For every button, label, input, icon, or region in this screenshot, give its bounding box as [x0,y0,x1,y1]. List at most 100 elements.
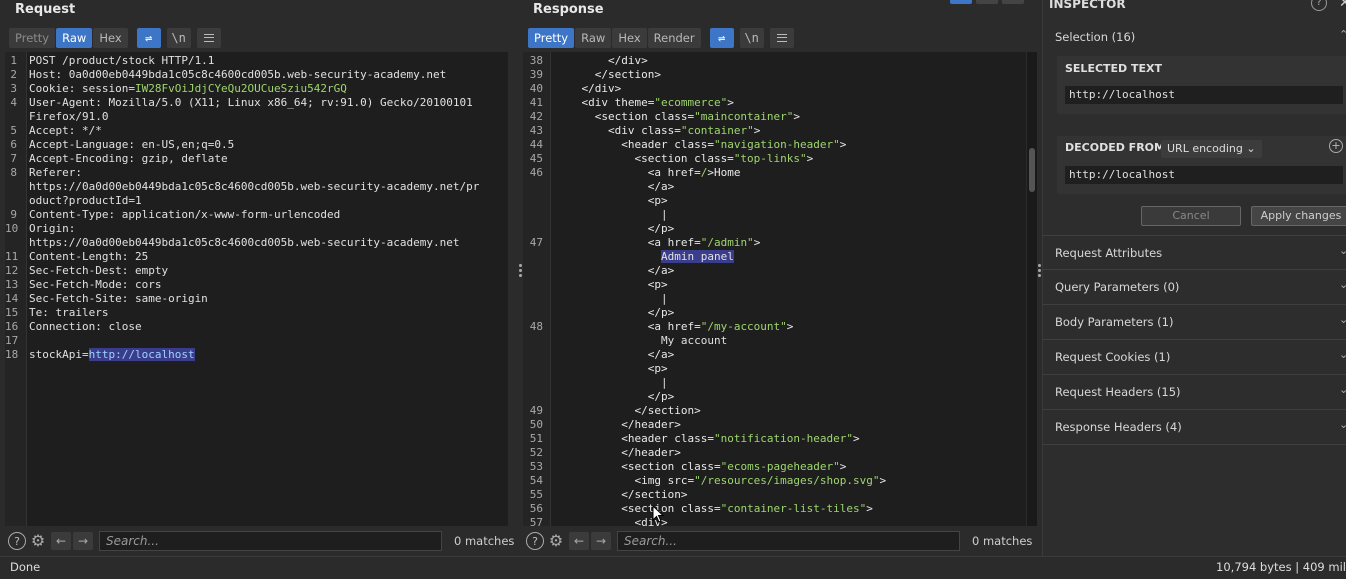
code-token: Connection: close [29,320,142,333]
code-token: Sec-Fetch-Dest: empty [29,264,169,277]
previous-match-icon[interactable]: ← [569,532,589,550]
response-size-info: 10,794 bytes | 409 mil [1216,560,1346,574]
decoded-value[interactable]: http://localhost [1065,166,1343,184]
code-line: 38 </div> [523,54,1026,68]
code-line: 2 Host: 0a0d00eb0449bda1c05c8c4600cd005b.… [5,68,508,82]
section-label: Request Cookies (1) [1055,350,1171,364]
line-number: 15 [5,306,19,319]
code-token: > [866,502,873,515]
line-content: <a href="/admin"> [555,236,761,250]
gear-icon[interactable]: ⚙ [29,532,47,550]
line-content: Firefox/91.0 [29,110,108,124]
code-token: </header> [555,418,681,431]
previous-match-icon[interactable]: ← [51,532,71,550]
code-token: "maincontainer" [694,110,794,123]
code-token: "/my-account" [700,320,787,333]
code-line: 45 <section class="top-links"> [523,152,1026,166]
line-content: </header> [555,446,681,460]
response-editor[interactable]: 38 </div> 39 </section> 40 </div> 41 <div t… [523,52,1026,526]
inspector-section-query-parameters[interactable]: Query Parameters (0) ⌄ [1043,270,1346,305]
line-number: 7 [10,152,17,165]
decoding-dropdown[interactable]: URL encoding ⌄ [1161,140,1262,158]
highlighted-text: http://localhost [88,348,195,361]
response-scrollbar[interactable] [1027,52,1037,526]
inspector-section-body-parameters[interactable]: Body Parameters (1) ⌄ [1043,305,1346,340]
line-number: 8 [10,166,17,179]
chevron-down-icon: ⌄ [1339,383,1346,396]
inspector-selection-header[interactable]: Selection (16) ⌃ [1043,20,1346,55]
request-editor[interactable]: 1 POST /product/stock HTTP/1.1 2 Host: 0a0d… [5,52,508,526]
add-decoding-icon[interactable]: + [1329,139,1343,153]
code-token: https://0a0d00eb0449bda1c05c8c4600cd005b… [29,180,480,193]
line-content: <p> [555,362,668,376]
code-line: </a> [523,264,1026,278]
line-number: 16 [5,320,19,333]
code-line: 3 Cookie: session=IW28FvOiJdjCYeQu2OUCueS… [5,82,508,96]
request-wrap-lines-icon[interactable]: ⇌ [136,27,161,48]
code-token: > [879,474,887,487]
request-menu-icon[interactable] [196,27,221,48]
inspector-section-response-headers[interactable]: Response Headers (4) ⌄ [1043,410,1346,445]
code-line: 13 Sec-Fetch-Mode: cors [5,278,508,292]
code-line: 42 <section class="maincontainer"> [523,110,1026,124]
code-token: "navigation-header" [713,138,840,151]
line-content: <section class="top-links"> [555,152,813,166]
request-match-count: 0 matches [454,534,515,548]
code-token: > [727,96,734,109]
layout-horizontal-icon[interactable] [976,0,998,4]
help-icon[interactable]: ? [8,532,26,550]
response-scrollbar-thumb[interactable] [1029,148,1035,192]
next-match-icon[interactable]: → [73,532,93,550]
code-token: Accept-Encoding: gzip, deflate [29,152,228,165]
request-newline-toggle[interactable]: \n [166,27,191,48]
code-token: | [555,376,668,389]
line-number: 10 [5,222,19,235]
code-token: </section> [555,68,661,81]
code-token: <section class= [555,502,721,515]
cancel-button[interactable]: Cancel [1141,206,1241,226]
code-token: "container-list-tiles" [720,502,867,515]
inspector-close-icon[interactable]: ✕ [1339,0,1346,11]
response-search-input[interactable]: Search... [617,531,960,551]
apply-changes-button[interactable]: Apply changes [1251,206,1346,226]
response-newline-toggle[interactable]: \n [739,27,764,48]
response-tab-pretty[interactable]: Pretty [528,27,575,48]
line-content: <section class="ecoms-pageheader"> [555,460,846,474]
layout-split-icon[interactable] [950,0,972,4]
pane-resize-handle-right[interactable] [1038,264,1041,277]
request-tab-pretty[interactable]: Pretty [9,27,56,48]
line-content: Te: trailers [29,306,108,320]
response-tab-hex[interactable]: Hex [612,27,647,48]
response-wrap-lines-icon[interactable]: ⇌ [709,27,734,48]
response-menu-icon[interactable] [769,27,794,48]
request-tab-hex[interactable]: Hex [93,27,128,48]
line-number: 42 [529,110,543,123]
selected-text-card: SELECTED TEXT http://localhost [1057,56,1346,114]
layout-switcher[interactable] [950,0,1024,4]
inspector-section-request-cookies[interactable]: Request Cookies (1) ⌄ [1043,340,1346,375]
inspector-section-request-headers[interactable]: Request Headers (15) ⌄ [1043,375,1346,410]
code-line: | [523,292,1026,306]
code-line: 41 <div theme="ecommerce"> [523,96,1026,110]
gear-icon[interactable]: ⚙ [547,532,565,550]
pane-resize-handle-left[interactable] [519,264,522,277]
request-tab-raw[interactable]: Raw [56,27,93,48]
code-line: </a> [523,348,1026,362]
line-content: oduct?productId=1 [29,194,142,208]
code-token: > [793,110,801,123]
response-tab-render[interactable]: Render [647,27,701,48]
inspector-help-icon[interactable]: ? [1311,0,1327,11]
inspector-section-request-attributes[interactable]: Request Attributes ⌄ [1043,235,1346,270]
response-toolbar: Pretty Raw Hex Render ⇌ \n [528,27,794,48]
code-line: 40 </div> [523,82,1026,96]
code-token: </a> [555,348,675,361]
selected-text-value[interactable]: http://localhost [1065,86,1343,104]
line-number: 45 [529,152,543,165]
layout-vertical-icon[interactable] [1002,0,1024,4]
request-search-input[interactable]: Search... [99,531,442,551]
next-match-icon[interactable]: → [591,532,611,550]
line-number: 48 [529,320,543,333]
response-tab-raw[interactable]: Raw [575,27,612,48]
line-content: POST /product/stock HTTP/1.1 [29,54,214,68]
help-icon[interactable]: ? [526,532,544,550]
